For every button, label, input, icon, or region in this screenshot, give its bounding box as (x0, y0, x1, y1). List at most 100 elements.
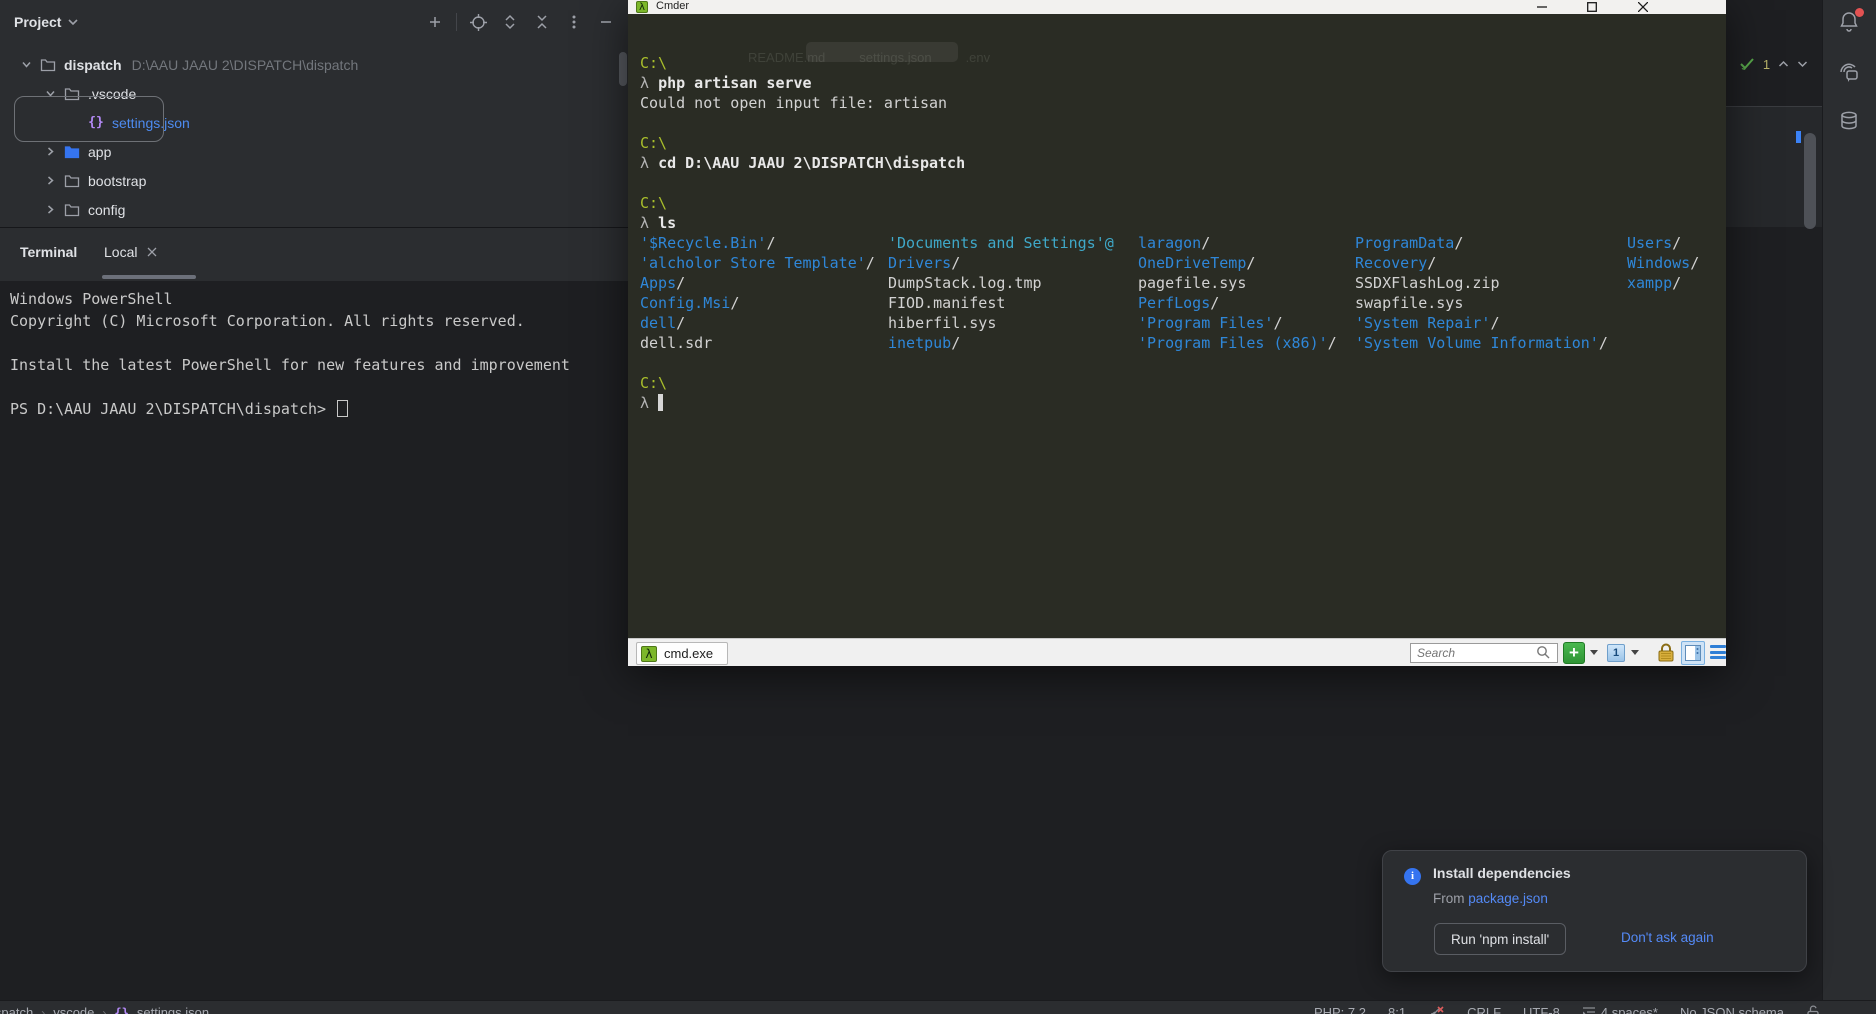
line-ending[interactable]: CRLF (1467, 1005, 1501, 1014)
powershell-output: Windows PowerShellCopyright (C) Microsof… (10, 288, 570, 420)
tree-item-path: D:\AAU JAAU 2\DISPATCH\dispatch (132, 57, 359, 73)
locate-file-icon[interactable] (467, 11, 489, 33)
entry-name: ProgramData (1355, 234, 1454, 252)
lock-icon[interactable] (1657, 643, 1675, 662)
project-scrollbar[interactable] (619, 52, 627, 86)
entry-name: Recovery (1355, 254, 1427, 272)
minimize-button[interactable] (1525, 0, 1559, 13)
tree-item-label: dispatch (64, 57, 122, 73)
cmder-window-title: Cmder (656, 0, 689, 12)
entry-name: FIOD.manifest (888, 294, 1005, 312)
hide-panel-icon[interactable] (595, 11, 617, 33)
entry-suffix: / (766, 234, 775, 252)
chevron-right-icon[interactable] (40, 175, 60, 186)
dir-entry: 'System Repair'/ (1355, 313, 1608, 333)
entry-name: dell.sdr (640, 334, 712, 352)
package-json-link[interactable]: package.json (1468, 891, 1548, 906)
chevron-right-icon[interactable] (40, 146, 60, 157)
chevron-down-icon[interactable] (16, 59, 36, 70)
hamburger-menu-icon[interactable] (1710, 645, 1726, 659)
project-panel-title[interactable]: Project (14, 14, 61, 30)
new-console-button[interactable]: + (1563, 642, 1585, 664)
entry-name: inetpub (888, 334, 951, 352)
entry-suffix: / (1273, 314, 1282, 332)
json-schema[interactable]: No JSON schema (1680, 1005, 1784, 1014)
tab-local[interactable]: Local (104, 244, 157, 260)
entry-name: 'System Volume Information' (1355, 334, 1599, 352)
chevron-down-icon[interactable] (67, 16, 79, 28)
lambda-badge-icon: λ (641, 646, 657, 662)
php-version[interactable]: PHP: 7.2 (1314, 1005, 1366, 1014)
run-npm-install-button[interactable]: Run 'npm install' (1434, 923, 1566, 955)
command-text: php artisan serve (658, 74, 812, 92)
ghost-tab: .env (966, 50, 991, 65)
folder-icon (60, 203, 84, 217)
folder-icon (60, 174, 84, 188)
window-number-button[interactable]: 1 (1607, 644, 1625, 662)
entry-suffix: / (1246, 254, 1255, 272)
notifications-bell-icon[interactable] (1838, 10, 1862, 34)
split-layout-button[interactable] (1681, 641, 1705, 665)
scrollbar-error-stripe[interactable] (1796, 131, 1801, 143)
entry-suffix: @ (1105, 234, 1114, 252)
expand-all-icon[interactable] (499, 11, 521, 33)
cmder-line: C:\ (640, 53, 965, 73)
ls-column: laragon/OneDriveTemp/pagefile.sysPerfLog… (1138, 233, 1337, 353)
project-toolbar (424, 0, 617, 44)
powershell-line (10, 332, 570, 354)
entry-name: 'System Repair' (1355, 314, 1490, 332)
tree-row-bootstrap[interactable]: bootstrap (0, 166, 628, 195)
add-icon[interactable] (424, 11, 446, 33)
info-icon: i (1404, 868, 1421, 885)
entry-name: Config.Msi (640, 294, 730, 312)
breadcrumb: ispatch›vscode›{}settings.json (0, 1005, 209, 1014)
cmder-titlebar[interactable]: λ Cmder (628, 0, 1726, 14)
cmder-window: λ Cmder README.mdsettings.json.env C:\λ … (628, 0, 1726, 666)
entry-suffix: / (1672, 274, 1681, 292)
entry-name: hiberfil.sys (888, 314, 996, 332)
ai-assistant-icon[interactable] (1838, 62, 1862, 86)
dir-entry: 'Documents and Settings'@ (888, 233, 1114, 253)
maximize-button[interactable] (1575, 0, 1609, 13)
collapse-all-icon[interactable] (531, 11, 553, 33)
close-icon[interactable] (147, 247, 157, 257)
new-console-dropdown-icon[interactable] (1590, 650, 1598, 655)
dont-ask-again-link[interactable]: Don't ask again (1621, 930, 1714, 945)
entry-name: swapfile.sys (1355, 294, 1463, 312)
dir-entry: Apps/ (640, 273, 875, 293)
entry-name: DumpStack.log.tmp (888, 274, 1042, 292)
cmder-line: C:\ (640, 133, 965, 153)
tree-row-dispatch[interactable]: dispatch D:\AAU JAAU 2\DISPATCH\dispatch (0, 50, 628, 79)
breadcrumb-item-ispatch[interactable]: ispatch (0, 1005, 33, 1014)
cmder-terminal[interactable]: README.mdsettings.json.env C:\λ php arti… (628, 14, 1726, 638)
indent-setting[interactable]: 4 spaces* (1582, 1005, 1658, 1014)
console-tab-cmd[interactable]: λ cmd.exe (636, 642, 728, 665)
terminal-panel-title[interactable]: Terminal (20, 244, 77, 260)
chevron-right-icon[interactable] (40, 204, 60, 215)
breadcrumb-item-vscode[interactable]: vscode (53, 1005, 94, 1014)
dir-entry: 'Program Files (x86)'/ (1138, 333, 1337, 353)
active-tab-indicator (102, 275, 196, 279)
database-icon[interactable] (1838, 110, 1862, 134)
breadcrumb-item-settings-json[interactable]: settings.json (137, 1005, 209, 1014)
kebab-menu-icon[interactable] (563, 11, 585, 33)
caret-position[interactable]: 8:1 (1388, 1005, 1406, 1014)
cmder-line: C:\ (640, 373, 965, 393)
file-encoding[interactable]: UTF-8 (1523, 1005, 1560, 1014)
tree-row-config[interactable]: config (0, 195, 628, 224)
entry-name: 'Documents and Settings' (888, 234, 1105, 252)
inspections-widget[interactable]: 1 (1732, 50, 1816, 78)
dir-entry: Config.Msi/ (640, 293, 875, 313)
entry-name: '$Recycle.Bin' (640, 234, 766, 252)
from-label: From (1433, 891, 1465, 906)
close-button[interactable] (1626, 0, 1660, 13)
unlock-icon[interactable] (1806, 1005, 1820, 1014)
command-text: cd D:\AAU JAAU 2\DISPATCH\dispatch (658, 154, 965, 172)
window-dropdown-icon[interactable] (1631, 650, 1639, 655)
editor-scrollbar[interactable] (1804, 133, 1816, 229)
dir-entry: OneDriveTemp/ (1138, 253, 1337, 273)
notification-badge (1855, 8, 1864, 17)
dir-entry: Recovery/ (1355, 253, 1608, 273)
entry-suffix: / (1490, 314, 1499, 332)
inspection-profile-icon[interactable] (1428, 1005, 1445, 1014)
